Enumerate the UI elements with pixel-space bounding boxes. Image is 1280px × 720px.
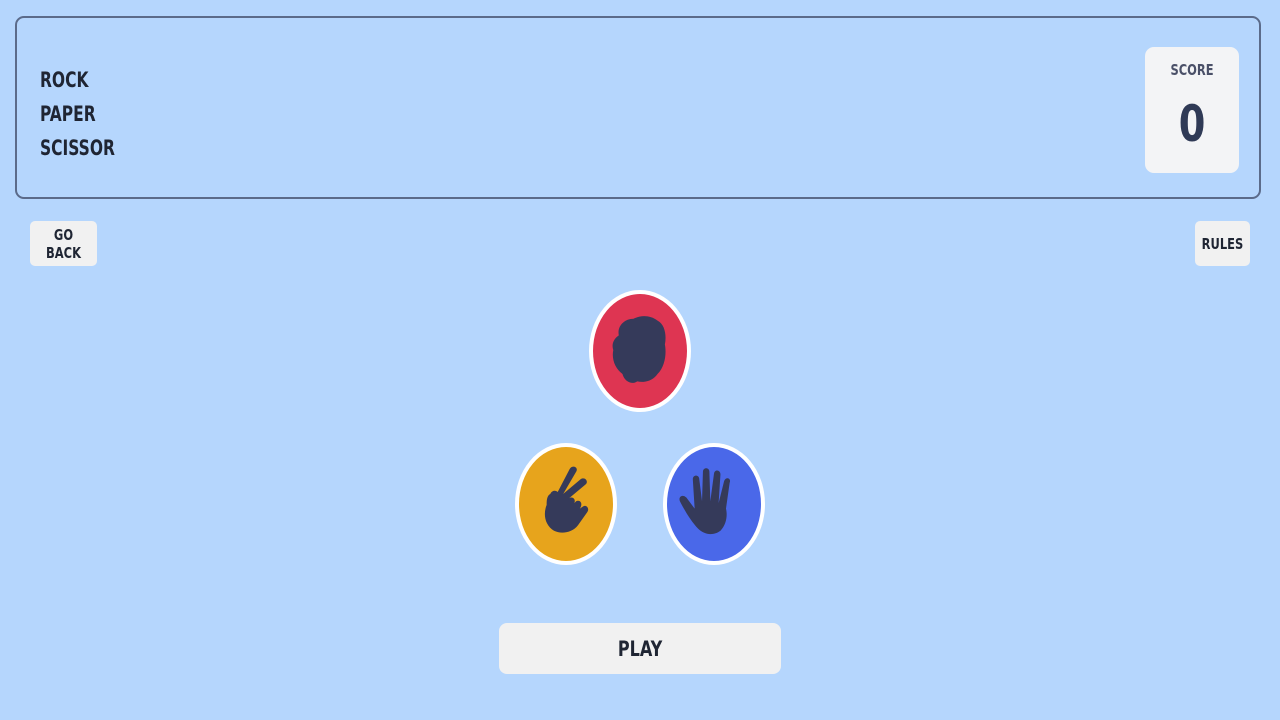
paper-choice[interactable]	[663, 443, 765, 565]
go-back-label: GO BACK	[46, 225, 81, 262]
title-paper: PAPER	[40, 102, 96, 126]
game-title: ROCK PAPER SCISSOR	[40, 63, 131, 165]
scissor-hand-icon	[544, 466, 589, 533]
title-rock: ROCK	[40, 68, 89, 92]
rules-label: RULES	[1201, 234, 1244, 253]
play-button[interactable]: PLAY	[499, 623, 781, 674]
rock-choice[interactable]	[589, 290, 691, 412]
game-header: ROCK PAPER SCISSOR SCORE 0	[15, 16, 1261, 199]
go-back-button[interactable]: GO BACK	[30, 221, 97, 266]
rock-fist-icon	[612, 316, 666, 383]
rules-button[interactable]: RULES	[1195, 221, 1250, 266]
title-scissor: SCISSOR	[40, 136, 115, 160]
score-box: SCORE 0	[1145, 47, 1239, 173]
score-value: 0	[1178, 95, 1206, 153]
play-label: PLAY	[617, 636, 663, 661]
paper-hand-icon	[679, 468, 731, 535]
score-label: SCORE	[1170, 61, 1214, 79]
scissor-choice[interactable]	[515, 443, 617, 565]
